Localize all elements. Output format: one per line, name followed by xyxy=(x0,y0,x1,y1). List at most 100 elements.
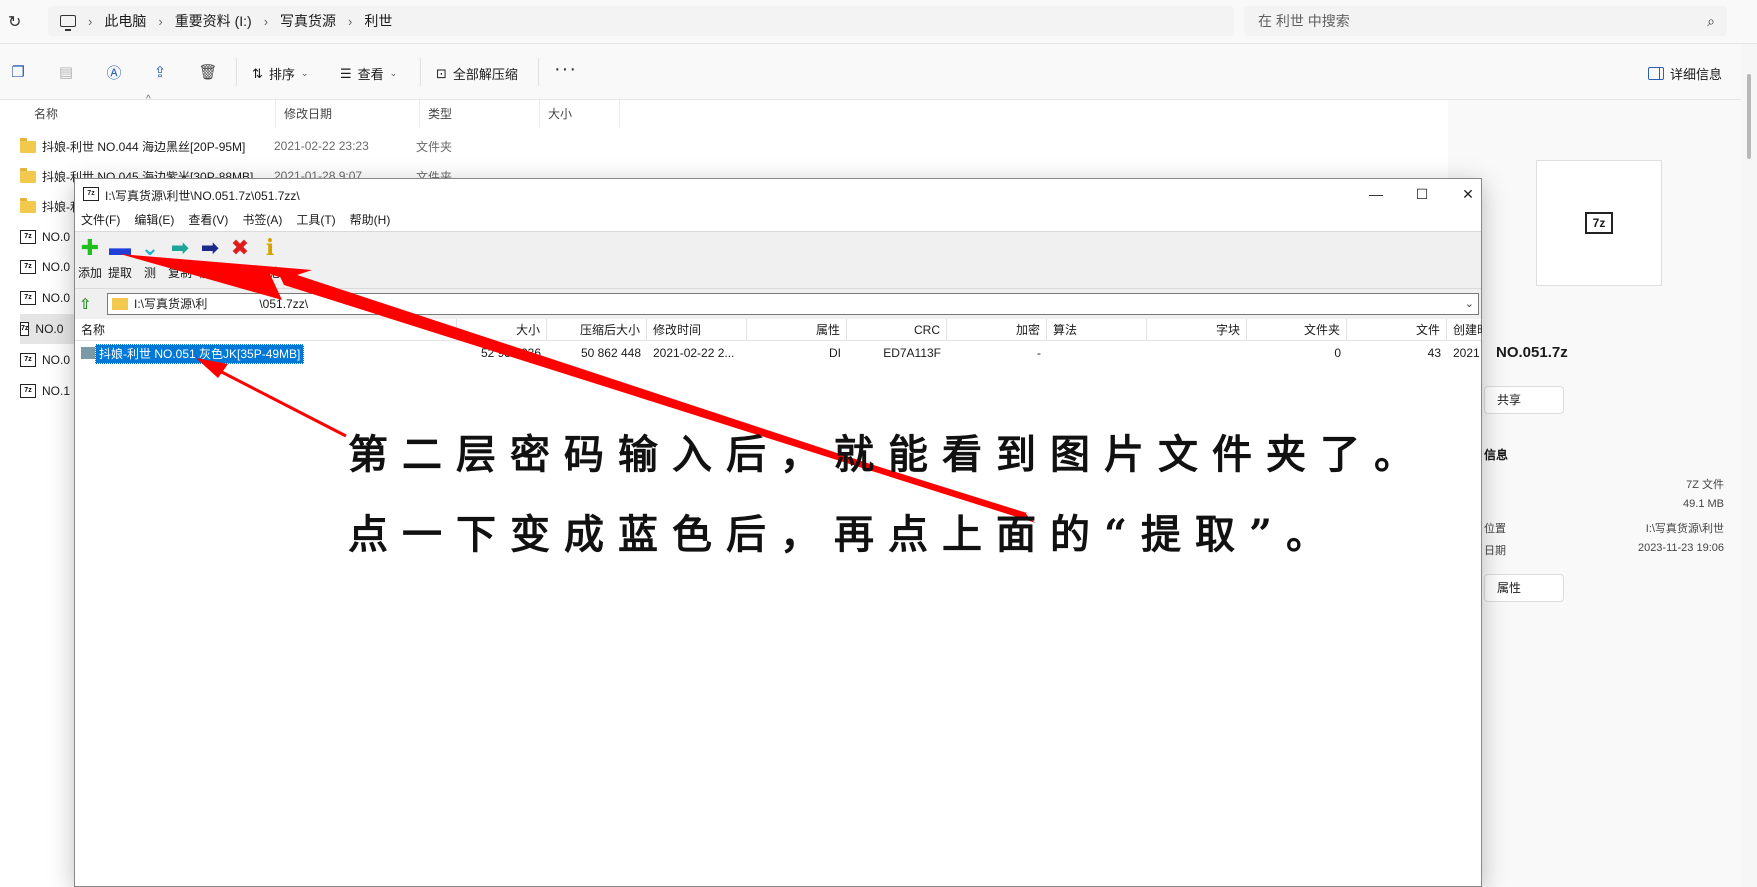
chevron-down-icon[interactable]: ⌄ xyxy=(1465,294,1474,314)
path-input[interactable]: I:\写真货源\利 \051.7zz\ ⌄ xyxy=(107,293,1479,315)
menu-file[interactable]: 文件(F) xyxy=(81,209,120,231)
column-crc[interactable]: CRC xyxy=(847,319,947,341)
add-label: 添加 xyxy=(77,266,102,280)
extract-all-icon: ⊡ xyxy=(436,65,447,81)
column-folders[interactable]: 文件夹 xyxy=(1247,319,1347,341)
menu-bookmarks[interactable]: 书签(A) xyxy=(242,209,282,231)
chevron-right-icon[interactable]: › xyxy=(158,14,162,29)
maximize-icon[interactable]: ☐ xyxy=(1405,183,1439,205)
column-ctime[interactable]: 创建时 xyxy=(1447,319,1483,341)
paste-icon[interactable]: ▤ xyxy=(56,62,76,82)
column-size[interactable]: 大小 xyxy=(540,100,620,128)
move-button[interactable]: ➡ 移动 xyxy=(195,236,225,281)
breadcrumb-drive[interactable]: 重要资料 (I:) xyxy=(175,11,252,31)
column-packed[interactable]: 压缩后大小 xyxy=(547,319,647,341)
copy-path-icon[interactable]: ❐ xyxy=(8,62,28,82)
properties-label: 属性 xyxy=(1497,581,1522,595)
vertical-scrollbar[interactable] xyxy=(1741,44,1757,887)
selected-folder-name[interactable]: 抖娘-利世 NO.051 灰色JK[35P-49MB] xyxy=(95,344,305,364)
rename-icon[interactable]: Ⓐ xyxy=(104,62,124,82)
menu-help[interactable]: 帮助(H) xyxy=(350,209,391,231)
extract-label: 提取 xyxy=(107,266,132,280)
folder-icon xyxy=(20,198,36,213)
cell-attr-d: D xyxy=(828,346,838,360)
sort-label: 排序 xyxy=(268,67,295,82)
toolbar: ✚ 添加 ▬ 提取 ⌄ 测 ➡ 复制 ➡ 移动 ✖ 删除 i 信息 xyxy=(75,231,1481,289)
column-name[interactable]: 名称 xyxy=(26,100,276,128)
details-pane-button[interactable]: 详细信息 xyxy=(1648,64,1722,83)
7zip-app-icon: 7z xyxy=(83,187,99,201)
properties-button[interactable]: 属性 xyxy=(1484,574,1564,602)
folder-icon xyxy=(20,138,36,153)
add-button[interactable]: ✚ 添加 xyxy=(75,236,105,281)
test-button[interactable]: ⌄ 测 xyxy=(135,236,165,281)
copy-button[interactable]: ➡ 复制 xyxy=(165,236,195,281)
column-block[interactable]: 字块 xyxy=(1147,319,1247,341)
folder-icon xyxy=(112,298,128,310)
detail-size: 49.1 MB xyxy=(1683,498,1724,510)
extract-all-button[interactable]: ⊡ 全部解压缩 xyxy=(436,64,518,83)
share-label: 共享 xyxy=(1497,393,1522,407)
column-files[interactable]: 文件 xyxy=(1347,319,1447,341)
more-options-icon[interactable]: ··· xyxy=(554,58,577,81)
extract-button[interactable]: ▬ 提取 xyxy=(105,236,135,281)
view-label: 查看 xyxy=(357,67,384,82)
view-button[interactable]: ☰ 查看 ⌄ xyxy=(340,64,397,83)
breadcrumb[interactable]: › 此电脑 › 重要资料 (I:) › 写真货源 › 利世 xyxy=(48,6,1234,36)
column-method[interactable]: 算法 xyxy=(1047,319,1147,341)
title-bar[interactable]: 7z I:\写真货源\利世\NO.051.7z\051.7zz\ — ☐ ✕ xyxy=(75,179,1481,209)
menu-view[interactable]: 查看(V) xyxy=(188,209,228,231)
cell-ctime: 2021 xyxy=(1453,346,1480,360)
info-label: 信息 xyxy=(257,266,282,280)
detail-location-label: 位置 xyxy=(1484,523,1506,535)
breadcrumb-this-pc[interactable]: 此电脑 xyxy=(104,11,146,31)
move-icon: ➡ xyxy=(200,235,220,260)
column-attr[interactable]: 属性 xyxy=(747,319,847,341)
detail-created: 2023-11-23 19:06 xyxy=(1637,542,1724,554)
details-pane: 7z NO.051.7z 共享 信息 7Z 文件 49.1 MB 位置 I:\写… xyxy=(1448,100,1741,887)
detail-type: 7Z 文件 xyxy=(1686,479,1724,491)
scrollbar-thumb[interactable] xyxy=(1747,74,1751,159)
chevron-right-icon[interactable]: › xyxy=(88,14,92,29)
column-type[interactable]: 类型 xyxy=(420,100,540,128)
chevron-down-icon: ⌄ xyxy=(389,68,398,78)
breadcrumb-folder[interactable]: 写真货源 xyxy=(280,11,336,31)
table-row[interactable]: 抖娘-利世 NO.051 灰色JK[35P-49MB] 52 931 236 5… xyxy=(75,343,1481,364)
column-encrypted[interactable]: 加密 xyxy=(947,319,1047,341)
menu-tools[interactable]: 工具(T) xyxy=(296,209,335,231)
sort-button[interactable]: ⇅ 排序 ⌄ xyxy=(252,64,308,83)
archive-column-header: 名称 大小 压缩后大小 修改时间 属性 CRC 加密 算法 字块 文件夹 文件 … xyxy=(75,319,1483,341)
delete-icon[interactable]: 🗑 xyxy=(198,62,218,82)
details-label: 详细信息 xyxy=(1670,67,1723,82)
archive-icon: 7z xyxy=(20,291,36,305)
archive-icon: 7z xyxy=(20,353,36,367)
search-input[interactable]: 在 利世 中搜索 ⌕ xyxy=(1244,6,1727,36)
share-icon[interactable]: ⇪ xyxy=(150,62,170,82)
column-date[interactable]: 修改日期 xyxy=(276,100,420,128)
refresh-icon[interactable]: ↻ xyxy=(8,12,21,32)
cell-folders: 0 xyxy=(1334,346,1341,360)
minimize-icon[interactable]: — xyxy=(1359,183,1393,205)
detail-section-title: 信息 xyxy=(1484,448,1509,462)
column-size[interactable]: 大小 xyxy=(457,319,547,341)
close-icon[interactable]: ✕ xyxy=(1451,183,1485,205)
column-mtime[interactable]: 修改时间 xyxy=(647,319,747,341)
chevron-right-icon[interactable]: › xyxy=(348,14,352,29)
delete-button[interactable]: ✖ 删除 xyxy=(225,236,255,281)
detail-date-label: 日期 xyxy=(1484,545,1506,557)
share-button[interactable]: 共享 xyxy=(1484,386,1564,414)
archive-icon: 7z xyxy=(20,322,30,336)
info-button[interactable]: i 信息 xyxy=(255,236,285,281)
search-icon[interactable]: ⌕ xyxy=(1707,6,1715,36)
divider xyxy=(236,58,237,86)
column-name[interactable]: 名称 xyxy=(75,319,457,341)
breadcrumb-current[interactable]: 利世 xyxy=(364,11,392,31)
up-folder-icon[interactable]: ⇧ xyxy=(79,295,92,313)
list-item-selected[interactable]: 7z NO.0 xyxy=(20,314,76,344)
details-pane-icon xyxy=(1648,67,1664,80)
window-title: I:\写真货源\利世\NO.051.7z\051.7zz\ xyxy=(105,189,300,203)
list-item[interactable]: 抖娘-利世 NO.044 海边黑丝[20P-95M] 2021-02-22 23… xyxy=(20,131,500,161)
chevron-right-icon[interactable]: › xyxy=(264,14,268,29)
menu-edit[interactable]: 编辑(E) xyxy=(134,209,174,231)
annotation-line-1: 第二层密码输入后，就能看到图片文件夹了。 xyxy=(348,431,1428,478)
